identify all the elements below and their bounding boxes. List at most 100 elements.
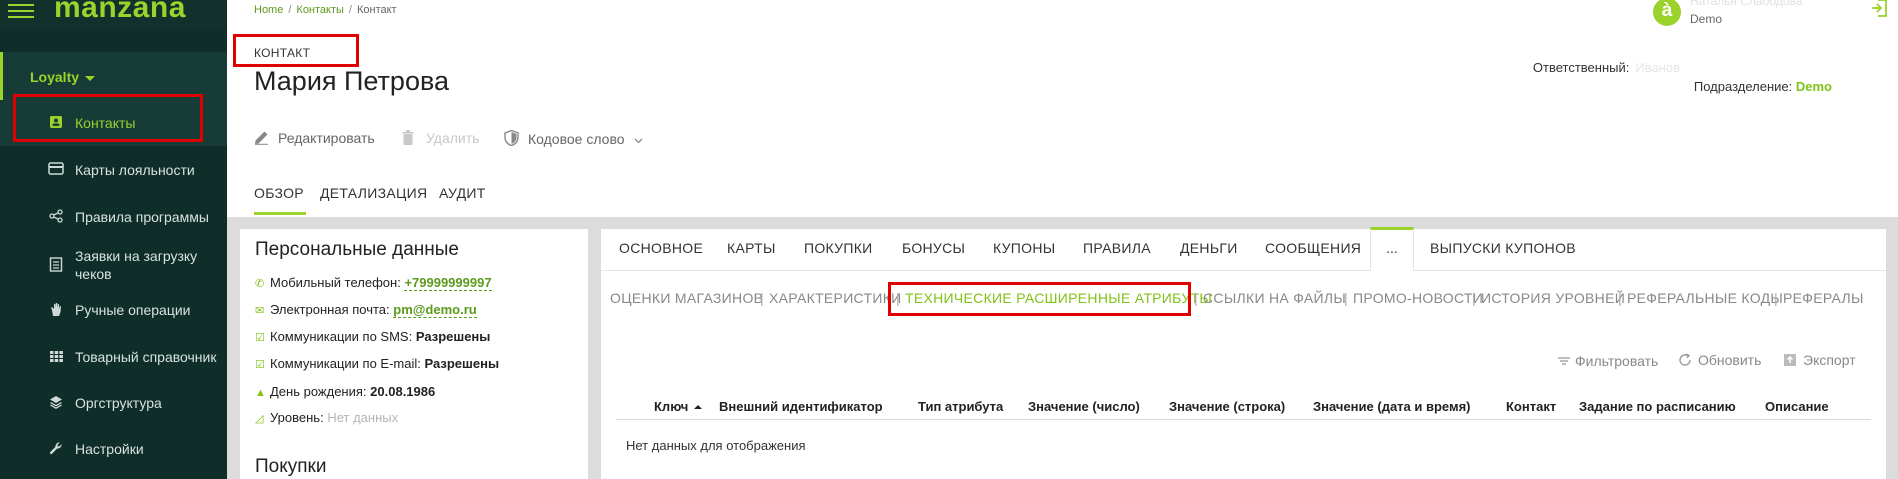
export-icon <box>1783 353 1797 370</box>
column-description[interactable]: Описание <box>1765 399 1829 414</box>
column-contact[interactable]: Контакт <box>1506 399 1556 414</box>
email-consent-value: Разрешены <box>424 356 500 371</box>
caret-down-icon <box>85 75 96 81</box>
user-avatar[interactable]: à <box>1653 0 1681 26</box>
birthday-value: 20.08.1986 <box>370 384 436 399</box>
nav-group-loyalty[interactable]: Loyalty <box>0 52 227 102</box>
email-value[interactable]: pm@demo.ru <box>393 302 477 318</box>
refresh-icon <box>1678 353 1692 370</box>
column-value-datetime[interactable]: Значение (дата и время) <box>1313 399 1471 414</box>
subtab-promo-news[interactable]: ПРОМО-НОВОСТИ <box>1353 290 1483 306</box>
subtab-file-links[interactable]: ССЫЛКИ НА ФАЙЛЫ <box>1203 290 1346 306</box>
subtab-separator: | <box>760 290 764 306</box>
sidebar-item-loyalty-cards[interactable]: Карты лояльности <box>0 147 227 193</box>
subtab-separator: | <box>1472 290 1476 306</box>
tab-audit[interactable]: АУДИТ <box>439 185 486 201</box>
codeword-dropdown[interactable]: Кодовое слово <box>504 129 643 149</box>
subtab-referral-codes[interactable]: РЕФЕРАЛЬНЫЕ КОДЫ <box>1627 290 1783 306</box>
sidebar-item-label: Ручные операции <box>75 302 191 318</box>
sidebar-item-settings[interactable]: Настройки <box>0 426 227 472</box>
subtab-separator: | <box>1618 290 1622 306</box>
tab-messages[interactable]: СООБЩЕНИЯ <box>1265 240 1361 256</box>
filter-icon <box>1558 352 1570 368</box>
purchases-title: Покупки <box>255 456 327 477</box>
shield-icon <box>504 129 520 149</box>
subtab-level-history[interactable]: ИСТОРИЯ УРОВНЕЙ <box>1481 290 1625 306</box>
subtab-store-ratings[interactable]: ОЦЕНКИ МАГАЗИНОВ <box>610 290 763 306</box>
tab-overview[interactable]: ОБЗОР <box>254 185 306 215</box>
column-value-string[interactable]: Значение (строка) <box>1169 399 1285 414</box>
breadcrumb-home[interactable]: Home <box>254 4 283 16</box>
sidebar-item-receipt-requests[interactable]: Заявки на загрузку чеков <box>0 240 227 290</box>
tab-cards[interactable]: КАРТЫ <box>727 240 776 256</box>
filter-label: Фильтровать <box>1575 353 1659 369</box>
phone-value[interactable]: +79999999997 <box>404 275 492 291</box>
department-value[interactable]: Demo <box>1796 79 1832 94</box>
phone-icon: ✆ <box>255 278 265 290</box>
contact-card-icon <box>48 115 64 131</box>
cake-icon: ▲ <box>255 387 266 399</box>
subtab-characteristics[interactable]: ХАРАКТЕРИСТИКИ <box>769 290 902 306</box>
email-consent-label: Коммуникации по E-mail: <box>270 356 421 371</box>
grid-header: Ключ Внешний идентификатор Тип атрибута … <box>616 390 1871 420</box>
delete-button-label: Удалить <box>426 130 480 146</box>
app-logo[interactable]: manzana <box>54 0 186 25</box>
edit-button[interactable]: Редактировать <box>254 130 375 148</box>
birthday-row: ▲ День рождения: 20.08.1986 <box>255 384 435 399</box>
breadcrumb-current: Контакт <box>356 4 397 16</box>
tab-main[interactable]: ОСНОВНОЕ <box>619 240 703 256</box>
user-menu[interactable]: à Наталья Слабодова Demo <box>1648 0 1898 30</box>
sidebar-item-contacts[interactable]: Контакты <box>0 100 227 146</box>
column-value-number[interactable]: Значение (число) <box>1028 399 1140 414</box>
column-schedule-task[interactable]: Задание по расписанию <box>1579 399 1736 414</box>
sidebar-item-org-structure[interactable]: Оргструктура <box>0 380 227 426</box>
tab-bonuses[interactable]: БОНУСЫ <box>902 240 965 256</box>
document-list-icon <box>48 257 64 273</box>
detail-tabs: ОСНОВНОЕ КАРТЫ ПОКУПКИ БОНУСЫ КУПОНЫ ПРА… <box>601 227 1886 271</box>
column-external-id[interactable]: Внешний идентификатор <box>719 399 883 414</box>
menu-icon[interactable] <box>8 0 34 22</box>
subtab-technical-extended-attributes[interactable]: ТЕХНИЧЕСКИЕ РАСШИРЕННЫЕ АТРИБУТЫ <box>905 290 1212 306</box>
share-nodes-icon <box>48 209 64 225</box>
breadcrumb-contacts[interactable]: Контакты <box>296 4 344 16</box>
tab-coupons[interactable]: КУПОНЫ <box>993 240 1055 256</box>
tab-more[interactable]: ... <box>1370 227 1414 271</box>
codeword-label: Кодовое слово <box>528 131 625 147</box>
tab-coupon-issues[interactable]: ВЫПУСКИ КУПОНОВ <box>1430 240 1576 256</box>
responsible-info: Ответственный: Иванов <box>1533 60 1680 75</box>
grid-icon <box>48 349 64 365</box>
entity-kind: КОНТАКТ <box>254 46 311 60</box>
tab-purchases[interactable]: ПОКУПКИ <box>804 240 873 256</box>
user-org: Demo <box>1690 12 1723 26</box>
sidebar-item-manual-operations[interactable]: Ручные операции <box>0 287 227 333</box>
tab-money[interactable]: ДЕНЬГИ <box>1180 240 1238 256</box>
nav-group-label: Loyalty <box>30 69 80 85</box>
department-info: Подразделение: Demo <box>1694 79 1832 94</box>
sort-asc-icon <box>694 405 703 409</box>
export-button[interactable]: Экспорт <box>1783 352 1856 370</box>
sidebar-header: manzana <box>0 0 227 30</box>
user-name: Наталья Слабодова <box>1690 0 1803 8</box>
column-key[interactable]: Ключ <box>654 399 703 414</box>
filter-button[interactable]: Фильтровать <box>1558 352 1658 369</box>
personal-data-panel: Персональные данные ✆ Мобильный телефон: … <box>240 229 588 479</box>
grid-empty-message: Нет данных для отображения <box>626 438 806 453</box>
column-attribute-type[interactable]: Тип атрибута <box>918 399 1003 414</box>
sidebar-item-product-catalog[interactable]: Товарный справочник <box>0 334 227 380</box>
tab-rules[interactable]: ПРАВИЛА <box>1083 240 1151 256</box>
logout-icon[interactable] <box>1870 0 1890 18</box>
wrench-icon <box>48 441 64 457</box>
delete-button[interactable]: Удалить <box>402 130 479 148</box>
breadcrumb-separator: / <box>288 4 292 16</box>
responsible-value[interactable]: Иванов <box>1635 60 1680 75</box>
sidebar-item-program-rules[interactable]: Правила программы <box>0 194 227 240</box>
checkbox-checked-icon: ☑ <box>255 332 265 344</box>
subtab-referrals[interactable]: РЕФЕРАЛЫ <box>1783 290 1864 306</box>
column-key-label: Ключ <box>654 399 689 414</box>
hand-icon <box>48 302 64 318</box>
level-icon: ◿ <box>255 413 264 425</box>
birthday-label: День рождения: <box>270 384 367 399</box>
breadcrumb: Home / Контакты / Контакт <box>254 4 397 16</box>
tab-details[interactable]: ДЕТАЛИЗАЦИЯ <box>320 185 427 201</box>
refresh-button[interactable]: Обновить <box>1678 352 1761 370</box>
